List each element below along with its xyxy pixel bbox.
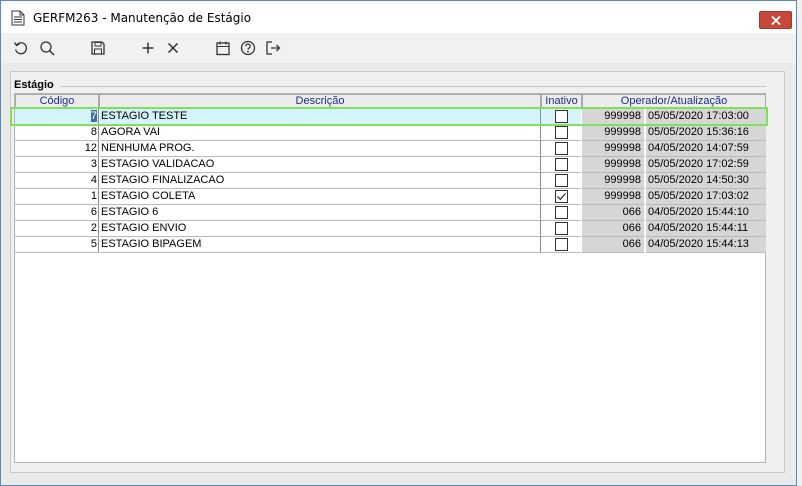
cell-operador: 066	[582, 221, 645, 237]
cell-codigo[interactable]: 2	[15, 221, 99, 237]
close-icon	[771, 16, 781, 25]
cell-inativo	[541, 109, 581, 125]
checkbox[interactable]	[555, 142, 568, 155]
group-divider	[60, 86, 766, 87]
cell-descricao[interactable]: ESTAGIO COLETA	[100, 189, 541, 205]
column-header-operador[interactable]: Operador/Atualização	[582, 94, 766, 108]
cell-descricao[interactable]: AGORA VAI	[100, 125, 541, 141]
cell-inativo	[541, 141, 581, 157]
window-edge	[797, 0, 802, 486]
exit-icon[interactable]	[265, 40, 281, 56]
table-row[interactable]: 1 ESTAGIO COLETA 999998 05/05/2020 17:03:02	[15, 189, 766, 205]
cell-codigo[interactable]: 8	[15, 125, 99, 141]
refresh-icon[interactable]	[13, 40, 29, 56]
codigo-value: 1	[90, 190, 97, 202]
calendar-icon[interactable]	[215, 40, 231, 56]
table-row[interactable]: 3 ESTAGIO VALIDACAO 999998 05/05/2020 17:02…	[15, 157, 766, 173]
cell-operador: 999998	[582, 141, 645, 157]
cell-codigo[interactable]: 3	[15, 157, 99, 173]
save-icon[interactable]	[90, 40, 106, 56]
cell-operador: 066	[582, 237, 645, 253]
cell-atualizacao: 04/05/2020 15:44:10	[646, 205, 766, 221]
cell-atualizacao: 05/05/2020 15:36:16	[646, 125, 766, 141]
column-header-descricao[interactable]: Descrição	[99, 94, 541, 108]
cell-descricao[interactable]: ESTAGIO FINALIZACAO	[100, 173, 541, 189]
codigo-value: 4	[90, 174, 97, 186]
table-row[interactable]: 6 ESTAGIO 6 066 04/05/2020 15:44:10	[15, 205, 766, 221]
table-row[interactable]: 4 ESTAGIO FINALIZACAO 999998 05/05/2020 14:…	[15, 173, 766, 189]
cell-atualizacao: 05/05/2020 14:50:30	[646, 173, 766, 189]
search-icon[interactable]	[39, 40, 55, 56]
cell-operador: 999998	[582, 173, 645, 189]
cell-codigo[interactable]: 7	[15, 109, 99, 125]
cell-descricao[interactable]: ESTAGIO BIPAGEM	[100, 237, 541, 253]
checkbox[interactable]	[555, 110, 568, 123]
checkbox[interactable]	[555, 174, 568, 187]
codigo-value: 5	[90, 238, 97, 250]
codigo-value: 12	[84, 142, 97, 154]
column-header-codigo[interactable]: Código	[15, 94, 99, 108]
checkmark-icon	[557, 193, 566, 201]
cell-descricao[interactable]: ESTAGIO 6	[100, 205, 541, 221]
table-row[interactable]: 2 ESTAGIO ENVIO 066 04/05/2020 15:44:11	[15, 221, 766, 237]
table-row[interactable]: 5 ESTAGIO BIPAGEM 066 04/05/2020 15:44:13	[15, 237, 766, 253]
cell-inativo	[541, 157, 581, 173]
cell-inativo	[541, 189, 581, 205]
cell-inativo	[541, 173, 581, 189]
cell-inativo	[541, 125, 581, 141]
cell-codigo[interactable]: 4	[15, 173, 99, 189]
cell-codigo[interactable]: 5	[15, 237, 99, 253]
checkbox[interactable]	[555, 238, 568, 251]
checkbox[interactable]	[555, 126, 568, 139]
cell-operador: 999998	[582, 125, 645, 141]
cell-descricao[interactable]: ESTAGIO TESTE	[100, 109, 541, 125]
checkbox-checked[interactable]	[555, 190, 568, 203]
checkbox[interactable]	[555, 158, 568, 171]
codigo-value: 3	[90, 158, 97, 170]
delete-icon[interactable]	[165, 40, 181, 56]
title-bar: GERFM263 - Manutenção de Estágio	[1, 1, 796, 33]
codigo-value: 2	[90, 222, 97, 234]
cell-descricao[interactable]: NENHUMA PROG.	[100, 141, 541, 157]
help-icon[interactable]	[240, 40, 256, 56]
document-icon	[11, 10, 25, 26]
table-row[interactable]: 12 NENHUMA PROG. 999998 04/05/2020 14:07:59	[15, 141, 766, 157]
table-row[interactable]: 7 ESTAGIO TESTE 999998 05/05/2020 17:03:00	[15, 109, 766, 125]
add-icon[interactable]	[140, 40, 156, 56]
cell-codigo[interactable]: 1	[15, 189, 99, 205]
cell-operador: 999998	[582, 157, 645, 173]
cell-descricao[interactable]: ESTAGIO VALIDACAO	[100, 157, 541, 173]
cell-atualizacao: 05/05/2020 17:03:00	[646, 109, 766, 125]
cell-operador: 999998	[582, 189, 645, 205]
codigo-value: 7	[90, 110, 97, 122]
window-title: GERFM263 - Manutenção de Estágio	[33, 11, 252, 25]
codigo-value: 8	[90, 126, 97, 138]
cell-descricao[interactable]: ESTAGIO ENVIO	[100, 221, 541, 237]
cell-operador: 999998	[582, 109, 645, 125]
cell-atualizacao: 04/05/2020 14:07:59	[646, 141, 766, 157]
group-label: Estágio	[14, 79, 54, 91]
cell-atualizacao: 05/05/2020 17:03:02	[646, 189, 766, 205]
cell-atualizacao: 04/05/2020 15:44:11	[646, 221, 766, 237]
checkbox[interactable]	[555, 206, 568, 219]
cell-operador: 066	[582, 205, 645, 221]
checkbox[interactable]	[555, 222, 568, 235]
table-row[interactable]: 8 AGORA VAI 999998 05/05/2020 15:36:16	[15, 125, 766, 141]
cell-inativo	[541, 237, 581, 253]
column-header-inativo[interactable]: Inativo	[541, 94, 582, 108]
codigo-value: 6	[90, 206, 97, 218]
cell-inativo	[541, 221, 581, 237]
cell-atualizacao: 05/05/2020 17:02:59	[646, 157, 766, 173]
cell-codigo[interactable]: 12	[15, 141, 99, 157]
toolbar	[1, 33, 796, 63]
cell-inativo	[541, 205, 581, 221]
cell-codigo[interactable]: 6	[15, 205, 99, 221]
cell-atualizacao: 04/05/2020 15:44:13	[646, 237, 766, 253]
close-button[interactable]	[759, 11, 792, 29]
